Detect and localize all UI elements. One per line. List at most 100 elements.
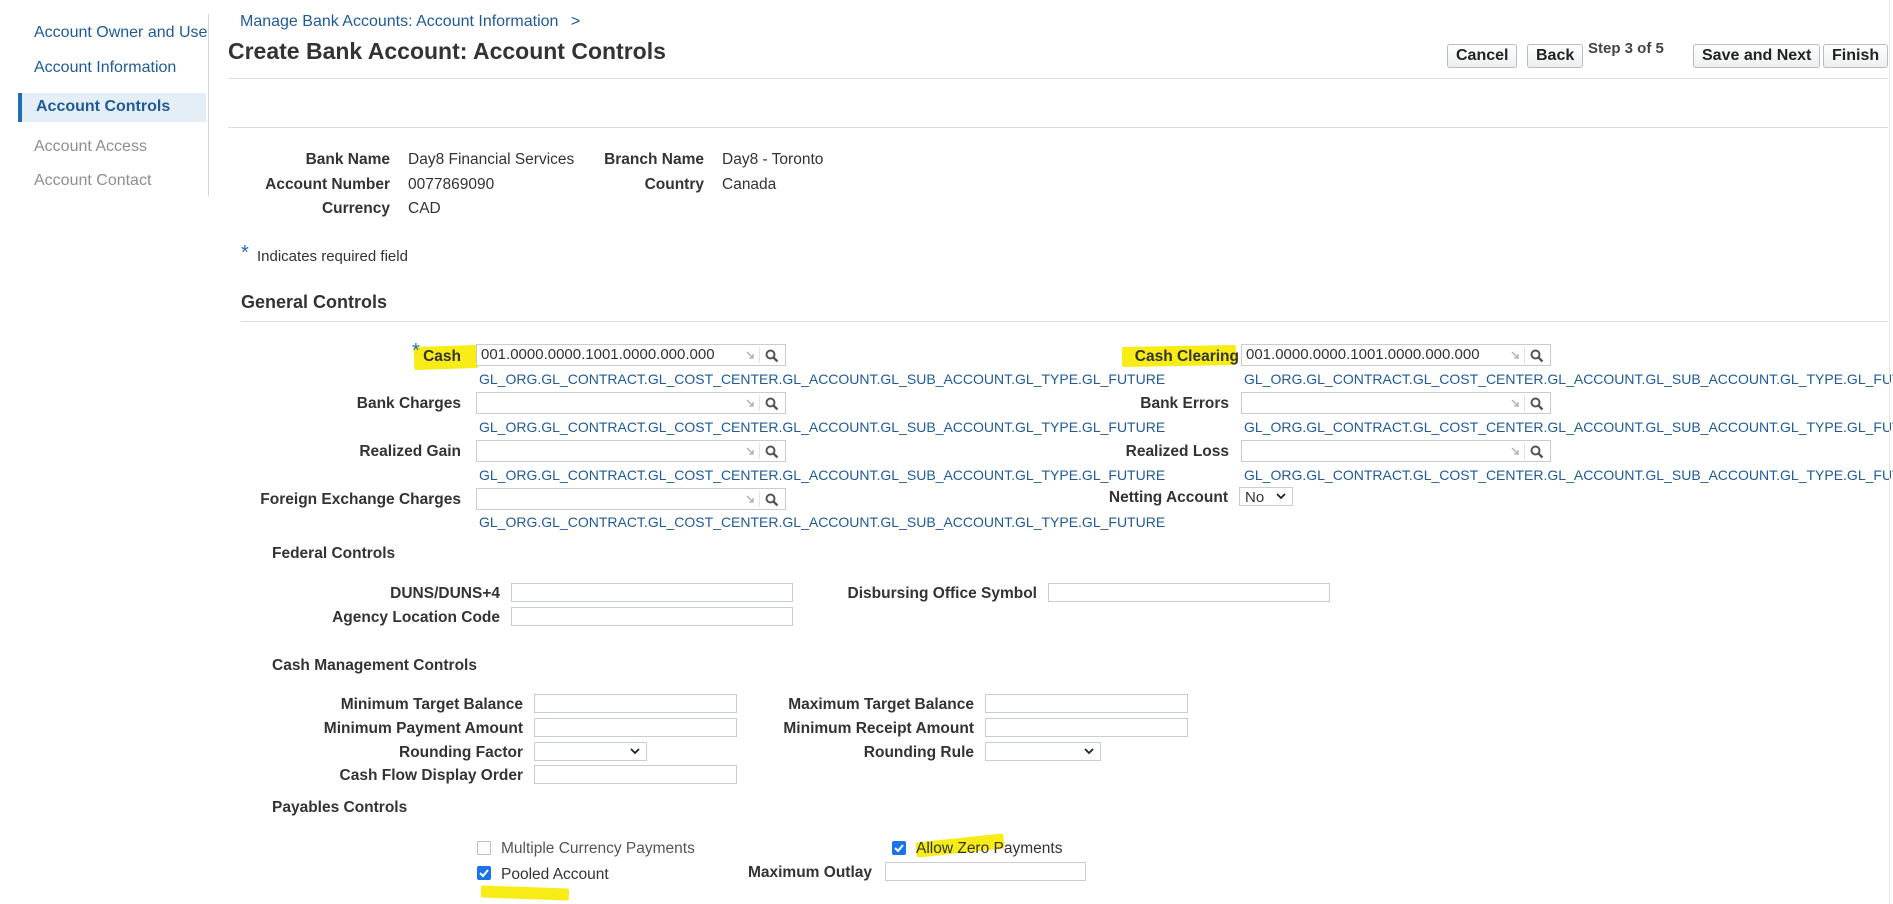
cash-clearing-hint: GL_ORG.GL_CONTRACT.GL_COST_CENTER.GL_ACC… <box>1244 371 1893 387</box>
general-controls-heading: General Controls <box>241 292 388 312</box>
section-divider <box>241 321 1888 322</box>
realized-gain-hint: GL_ORG.GL_CONTRACT.GL_COST_CENTER.GL_ACC… <box>479 467 1166 483</box>
chevron-down-icon <box>1084 748 1094 755</box>
maximum-outlay-label: Maximum Outlay <box>747 864 872 881</box>
min-receipt-amount-input[interactable] <box>985 718 1188 737</box>
nav-divider <box>208 14 209 196</box>
netting-account-value: No <box>1245 489 1265 506</box>
page-title: Create Bank Account: Account Controls <box>228 38 666 64</box>
rounding-factor-label: Rounding Factor <box>399 744 523 761</box>
min-payment-amount-input[interactable] <box>534 718 737 737</box>
pooled-account-highlight <box>480 885 570 901</box>
clear-icon[interactable] <box>1510 350 1521 361</box>
account-number-value: 0077869090 <box>408 176 495 193</box>
search-icon[interactable] <box>764 348 780 364</box>
fx-charges-hint: GL_ORG.GL_CONTRACT.GL_COST_CENTER.GL_ACC… <box>479 514 1166 530</box>
search-icon[interactable] <box>1529 348 1545 364</box>
branch-name-value: Day8 - Toronto <box>722 151 824 168</box>
allow-zero-payments-label: Allow Zero Payments <box>916 840 1063 857</box>
realized-loss-lov-field[interactable] <box>1241 440 1551 462</box>
bank-charges-hint: GL_ORG.GL_CONTRACT.GL_COST_CENTER.GL_ACC… <box>479 419 1166 435</box>
branch-name-label: Branch Name <box>604 151 704 168</box>
breadcrumb: Manage Bank Accounts: Account Informatio… <box>240 13 580 31</box>
cash-flow-order-input[interactable] <box>534 765 737 784</box>
search-icon[interactable] <box>764 444 780 460</box>
duns-label: DUNS/DUNS+4 <box>390 585 500 602</box>
multiple-currency-checkbox[interactable] <box>477 841 491 855</box>
cash-flow-order-label: Cash Flow Display Order <box>339 767 523 784</box>
min-target-balance-input[interactable] <box>534 694 737 713</box>
cancel-button[interactable]: Cancel <box>1447 44 1518 68</box>
cash-hint: GL_ORG.GL_CONTRACT.GL_COST_CENTER.GL_ACC… <box>479 371 1166 387</box>
payables-controls-heading: Payables Controls <box>272 799 408 816</box>
search-icon[interactable] <box>764 492 780 508</box>
page-edge <box>1889 0 1890 904</box>
disbursing-office-input[interactable] <box>1048 583 1330 602</box>
country-value: Canada <box>722 176 777 193</box>
cash-lov-field[interactable]: 001.0000.0000.1001.0000.000.000 <box>476 344 786 366</box>
chevron-down-icon <box>1276 493 1286 500</box>
bank-name-value: Day8 Financial Services <box>408 151 575 168</box>
currency-value: CAD <box>408 200 441 217</box>
clear-icon[interactable] <box>745 494 756 505</box>
max-target-balance-label: Maximum Target Balance <box>788 696 974 713</box>
netting-account-label: Netting Account <box>1108 489 1228 506</box>
realized-gain-lov-field[interactable] <box>476 440 786 462</box>
search-icon[interactable] <box>1529 444 1545 460</box>
agency-location-input[interactable] <box>511 607 793 626</box>
cash-label: Cash <box>423 348 461 365</box>
cash-clearing-lov-field[interactable]: 001.0000.0000.1001.0000.000.000 <box>1241 344 1551 366</box>
realized-gain-label: Realized Gain <box>359 443 461 460</box>
nav-item-account-information[interactable]: Account Information <box>34 59 176 77</box>
finish-button[interactable]: Finish <box>1823 44 1889 68</box>
save-and-next-button[interactable]: Save and Next <box>1693 44 1821 68</box>
breadcrumb-link[interactable]: Manage Bank Accounts: Account Informatio… <box>240 13 558 30</box>
nav-item-account-owner[interactable]: Account Owner and Use <box>34 24 207 42</box>
clear-icon[interactable] <box>745 350 756 361</box>
header-divider-2 <box>228 127 1888 128</box>
cash-value: 001.0000.0000.1001.0000.000.000 <box>481 346 715 363</box>
fx-charges-lov-field[interactable] <box>476 488 786 510</box>
cash-clearing-value: 001.0000.0000.1001.0000.000.000 <box>1246 346 1480 363</box>
clear-icon[interactable] <box>1510 398 1521 409</box>
multiple-currency-label: Multiple Currency Payments <box>501 840 695 857</box>
search-icon[interactable] <box>1529 396 1545 412</box>
netting-account-select[interactable]: No <box>1239 487 1293 506</box>
federal-controls-heading: Federal Controls <box>272 545 396 562</box>
bank-charges-label: Bank Charges <box>356 395 461 412</box>
clear-icon[interactable] <box>745 446 756 457</box>
cash-required-star-icon: * <box>412 340 420 362</box>
max-target-balance-input[interactable] <box>985 694 1188 713</box>
bank-charges-lov-field[interactable] <box>476 392 786 414</box>
fx-charges-label: Foreign Exchange Charges <box>260 491 461 508</box>
clear-icon[interactable] <box>745 398 756 409</box>
bank-errors-hint: GL_ORG.GL_CONTRACT.GL_COST_CENTER.GL_ACC… <box>1244 419 1893 435</box>
required-note: Indicates required field <box>257 248 408 265</box>
agency-location-label: Agency Location Code <box>332 609 500 626</box>
bank-errors-label: Bank Errors <box>1140 395 1229 412</box>
clear-icon[interactable] <box>1510 446 1521 457</box>
cash-clearing-label: Cash Clearing <box>1134 348 1239 365</box>
min-target-balance-label: Minimum Target Balance <box>340 696 523 713</box>
realized-loss-label: Realized Loss <box>1125 443 1229 460</box>
nav-item-account-controls[interactable]: Account Controls <box>18 93 206 122</box>
account-number-label: Account Number <box>265 176 390 193</box>
chevron-down-icon <box>630 748 640 755</box>
allow-zero-payments-checkbox[interactable] <box>892 841 906 855</box>
pooled-account-checkbox[interactable] <box>477 866 491 880</box>
rounding-factor-select[interactable] <box>534 742 647 761</box>
step-indicator: Step 3 of 5 <box>1588 40 1664 57</box>
pooled-account-label: Pooled Account <box>501 866 609 883</box>
country-label: Country <box>644 176 704 193</box>
back-button[interactable]: Back <box>1527 44 1584 68</box>
duns-input[interactable] <box>511 583 793 602</box>
rounding-rule-label: Rounding Rule <box>863 744 974 761</box>
rounding-rule-select[interactable] <box>985 742 1101 761</box>
breadcrumb-separator: > <box>570 13 581 30</box>
required-star-icon: * <box>241 242 249 264</box>
bank-name-label: Bank Name <box>305 151 390 168</box>
nav-item-label: Account Controls <box>36 98 171 115</box>
bank-errors-lov-field[interactable] <box>1241 392 1551 414</box>
maximum-outlay-input[interactable] <box>885 862 1086 881</box>
search-icon[interactable] <box>764 396 780 412</box>
